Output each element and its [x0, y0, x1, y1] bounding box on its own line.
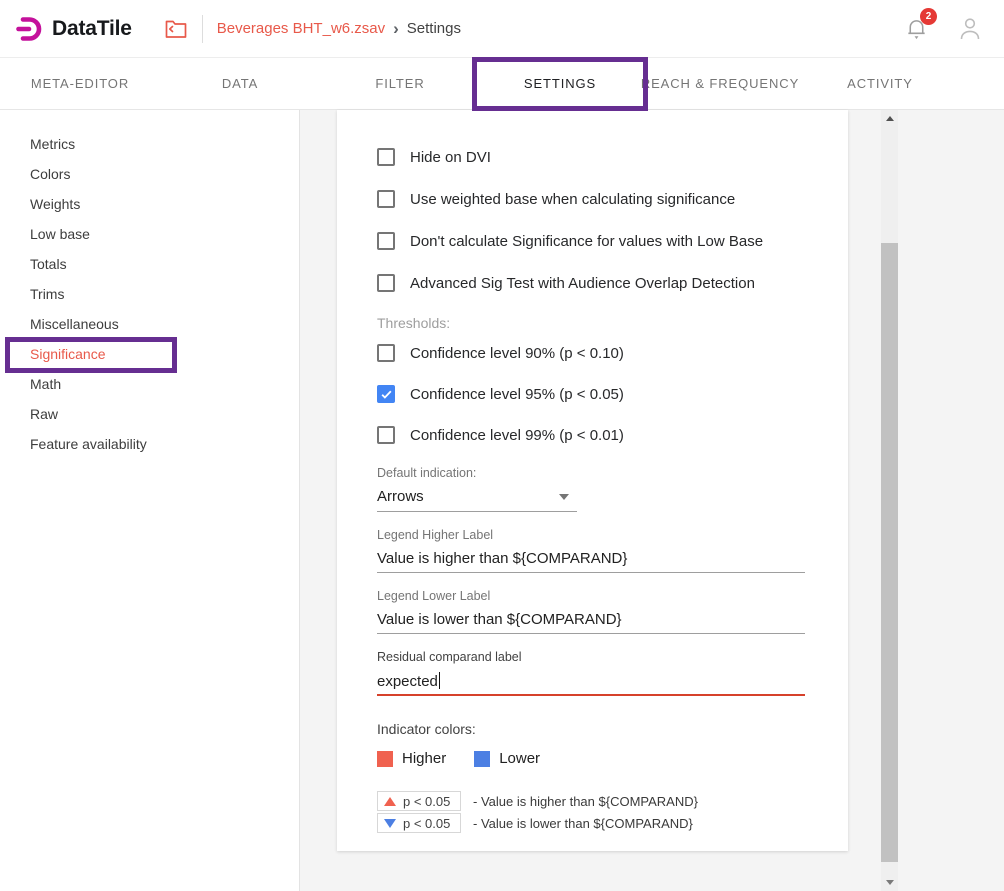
breadcrumb: Beverages BHT_w6.zsav › Settings — [217, 19, 461, 39]
datatile-logo-icon — [16, 16, 44, 42]
higher-color-picker[interactable]: Higher — [377, 750, 446, 767]
select-value: Arrows — [377, 488, 424, 505]
indicator-color-swatches: Higher Lower — [377, 750, 805, 767]
lower-color-picker[interactable]: Lower — [474, 750, 540, 767]
checkbox-label: Confidence level 90% (p < 0.10) — [410, 345, 624, 362]
tab-reach-frequency[interactable]: REACH & FREQUENCY — [640, 58, 800, 109]
logo-text: DataTile — [52, 17, 132, 41]
checkbox-label: Hide on DVI — [410, 149, 491, 166]
checkbox-row-no-sig-low-base[interactable]: Don't calculate Significance for values … — [377, 231, 805, 251]
significance-legend-preview: p < 0.05 - Value is higher than ${COMPAR… — [377, 791, 805, 833]
default-indication-select[interactable]: Arrows — [377, 481, 577, 512]
default-indication-label: Default indication: — [377, 466, 805, 480]
field-legend-higher-label: Legend Higher Label Value is higher than… — [377, 528, 805, 573]
legend-chip-higher: p < 0.05 — [377, 791, 461, 811]
tab-meta-editor[interactable]: META-EDITOR — [0, 58, 160, 109]
thresholds-label: Thresholds: — [377, 315, 805, 331]
p-value-label: p < 0.05 — [403, 816, 450, 831]
content-area: Metrics Colors Weights Low base Totals T… — [0, 110, 1004, 891]
checkbox-icon[interactable] — [377, 232, 395, 250]
user-icon — [958, 16, 982, 42]
tab-activity[interactable]: ACTIVITY — [800, 58, 960, 109]
lower-color-swatch[interactable] — [474, 751, 490, 767]
app-header: DataTile Beverages BHT_w6.zsav › Setting… — [0, 0, 1004, 58]
checkbox-row-confidence-99[interactable]: Confidence level 99% (p < 0.01) — [377, 425, 805, 445]
sidebar-item-totals[interactable]: Totals — [0, 249, 299, 279]
field-label: Legend Higher Label — [377, 528, 805, 542]
user-account-button[interactable] — [958, 16, 982, 42]
scroll-down-arrow-icon — [886, 880, 894, 885]
scrollbar-up-button[interactable] — [881, 110, 898, 127]
checkbox-label: Advanced Sig Test with Audience Overlap … — [410, 275, 755, 292]
legend-chip-lower: p < 0.05 — [377, 813, 461, 833]
checkbox-row-advanced-sig-test[interactable]: Advanced Sig Test with Audience Overlap … — [377, 273, 805, 293]
field-legend-lower-label: Legend Lower Label Value is lower than $… — [377, 589, 805, 634]
scrollbar-down-button[interactable] — [881, 874, 898, 891]
checkbox-label: Don't calculate Significance for values … — [410, 233, 763, 250]
checkbox-icon[interactable] — [377, 274, 395, 292]
checkbox-row-confidence-90[interactable]: Confidence level 90% (p < 0.10) — [377, 343, 805, 363]
checkbox-icon[interactable] — [377, 148, 395, 166]
field-label: Residual comparand label — [377, 650, 805, 664]
indicator-colors-label: Indicator colors: — [377, 721, 805, 737]
breadcrumb-page: Settings — [407, 20, 461, 37]
sidebar-item-significance[interactable]: Significance — [0, 339, 299, 369]
checkbox-row-hide-on-dvi[interactable]: Hide on DVI — [377, 147, 805, 167]
sidebar-item-math[interactable]: Math — [0, 369, 299, 399]
folder-back-icon — [164, 18, 188, 40]
legend-description: - Value is higher than ${COMPARAND} — [473, 794, 698, 809]
sidebar-item-colors[interactable]: Colors — [0, 159, 299, 189]
lower-label: Lower — [499, 750, 540, 767]
checkbox-label: Confidence level 99% (p < 0.01) — [410, 427, 624, 444]
legend-preview-row-higher: p < 0.05 - Value is higher than ${COMPAR… — [377, 791, 805, 811]
back-to-projects-button[interactable] — [164, 18, 188, 40]
breadcrumb-project[interactable]: Beverages BHT_w6.zsav — [217, 20, 385, 37]
higher-color-swatch[interactable] — [377, 751, 393, 767]
checkbox-icon[interactable] — [377, 426, 395, 444]
scrollbar[interactable] — [881, 110, 898, 891]
datatile-logo[interactable]: DataTile — [0, 16, 132, 42]
tab-settings[interactable]: SETTINGS — [480, 58, 640, 109]
residual-comparand-input[interactable]: expected — [377, 672, 805, 696]
notification-badge: 2 — [920, 8, 937, 25]
sidebar-item-miscellaneous[interactable]: Miscellaneous — [0, 309, 299, 339]
legend-description: - Value is lower than ${COMPARAND} — [473, 816, 693, 831]
dropdown-arrow-icon — [559, 494, 569, 500]
checkbox-icon[interactable] — [377, 190, 395, 208]
legend-higher-input[interactable]: Value is higher than ${COMPARAND} — [377, 550, 805, 573]
checkbox-label: Confidence level 95% (p < 0.05) — [410, 386, 624, 403]
checkbox-checked-icon[interactable] — [377, 385, 395, 403]
legend-preview-row-lower: p < 0.05 - Value is lower than ${COMPARA… — [377, 813, 805, 833]
tab-filter[interactable]: FILTER — [320, 58, 480, 109]
sidebar-item-metrics[interactable]: Metrics — [0, 129, 299, 159]
checkbox-row-confidence-95[interactable]: Confidence level 95% (p < 0.05) — [377, 384, 805, 404]
tab-data[interactable]: DATA — [160, 58, 320, 109]
higher-label: Higher — [402, 750, 446, 767]
settings-sidebar: Metrics Colors Weights Low base Totals T… — [0, 110, 300, 891]
checkbox-row-weighted-base[interactable]: Use weighted base when calculating signi… — [377, 189, 805, 209]
checkbox-icon[interactable] — [377, 344, 395, 362]
field-residual-comparand-label: Residual comparand label expected — [377, 650, 805, 696]
sidebar-item-feature-availability[interactable]: Feature availability — [0, 429, 299, 459]
scrollbar-thumb[interactable] — [881, 243, 898, 862]
sidebar-item-trims[interactable]: Trims — [0, 279, 299, 309]
sidebar-item-low-base[interactable]: Low base — [0, 219, 299, 249]
notifications-button[interactable]: 2 — [905, 16, 928, 42]
chevron-right-icon: › — [393, 19, 399, 39]
scroll-up-arrow-icon — [886, 116, 894, 121]
header-divider — [202, 15, 203, 43]
up-arrow-indicator-icon — [384, 797, 396, 806]
legend-lower-input[interactable]: Value is lower than ${COMPARAND} — [377, 611, 805, 634]
tab-bar: META-EDITOR DATA FILTER SETTINGS REACH &… — [0, 58, 1004, 110]
down-arrow-indicator-icon — [384, 819, 396, 828]
checkbox-label: Use weighted base when calculating signi… — [410, 191, 735, 208]
sidebar-item-weights[interactable]: Weights — [0, 189, 299, 219]
field-label: Legend Lower Label — [377, 589, 805, 603]
significance-settings-panel: Hide on DVI Use weighted base when calcu… — [337, 110, 848, 851]
p-value-label: p < 0.05 — [403, 794, 450, 809]
text-cursor — [439, 672, 441, 689]
sidebar-item-raw[interactable]: Raw — [0, 399, 299, 429]
